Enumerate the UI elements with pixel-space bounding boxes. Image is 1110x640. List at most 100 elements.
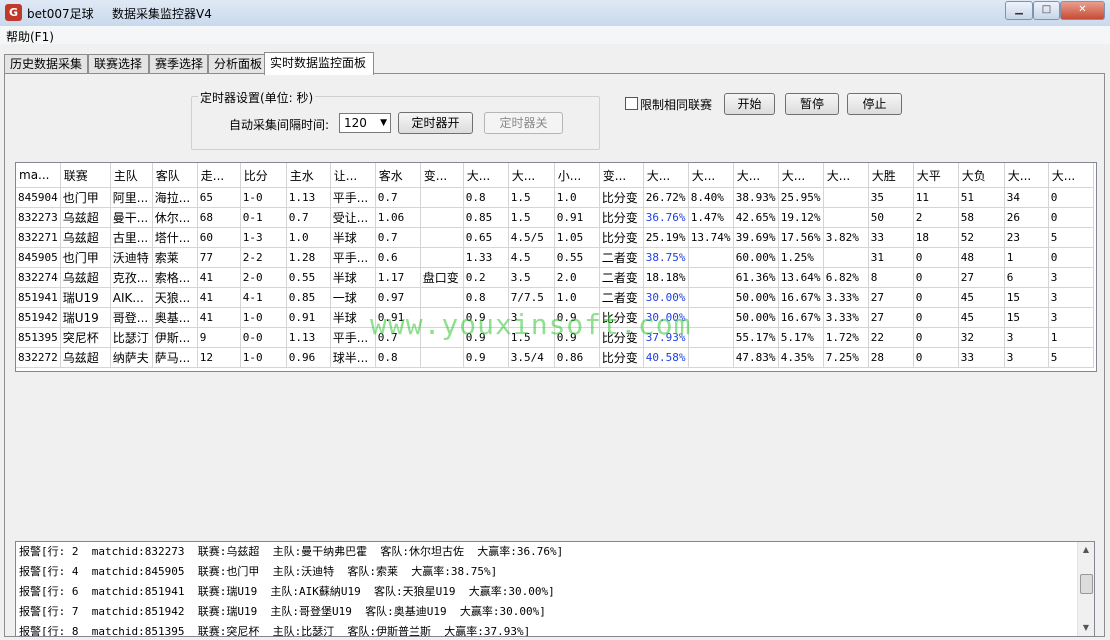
- column-header[interactable]: 大胜: [868, 163, 914, 188]
- column-header[interactable]: 让...: [330, 163, 376, 188]
- table-cell: 9: [197, 327, 241, 348]
- column-header[interactable]: 联赛: [60, 163, 111, 188]
- table-cell: 34: [1004, 187, 1049, 208]
- column-header[interactable]: 大...: [508, 163, 555, 188]
- table-row[interactable]: 845905 也门甲 沃迪特 索莱 77 2-2 1.28 平手... 0.6 1.33 4.5 0.…: [16, 247, 1094, 268]
- pause-button[interactable]: 暂停: [785, 93, 839, 115]
- table-cell: 48: [958, 247, 1005, 268]
- table-cell: 突尼杯: [60, 327, 111, 348]
- table-cell: 萨马...: [152, 347, 198, 368]
- table-cell: 0: [913, 327, 959, 348]
- scroll-thumb[interactable]: [1080, 574, 1093, 594]
- table-cell: 3: [1004, 347, 1049, 368]
- close-icon[interactable]: ✕: [1060, 1, 1105, 20]
- table-cell: 6.82%: [823, 267, 869, 288]
- column-header[interactable]: 大...: [688, 163, 734, 188]
- column-header[interactable]: 变...: [599, 163, 644, 188]
- column-header[interactable]: 小...: [554, 163, 600, 188]
- table-cell: 845904: [16, 187, 61, 208]
- table-cell: 22: [868, 327, 914, 348]
- table-cell: 1.17: [375, 267, 421, 288]
- table-cell: 伊斯...: [152, 327, 198, 348]
- table-row[interactable]: 851941 瑞U19 AIK... 天狼... 41 4-1 0.85 一球 0.97 0.8 7…: [16, 287, 1094, 308]
- column-header[interactable]: ma...: [16, 163, 61, 188]
- table-cell: 38.75%: [643, 247, 689, 268]
- table-cell: 0.9: [463, 347, 509, 368]
- column-header[interactable]: 大负: [958, 163, 1005, 188]
- table-cell: 1-0: [240, 347, 287, 368]
- table-cell: 平手...: [330, 327, 376, 348]
- table-cell: 乌兹超: [60, 267, 111, 288]
- table-cell: 4.35%: [778, 347, 824, 368]
- table-cell: 50: [868, 207, 914, 228]
- column-header[interactable]: 大...: [643, 163, 689, 188]
- table-cell: 58: [958, 207, 1005, 228]
- column-header[interactable]: 主队: [110, 163, 153, 188]
- table-cell: 1.5: [508, 207, 555, 228]
- column-header[interactable]: 客队: [152, 163, 198, 188]
- table-cell: 0.85: [286, 287, 331, 308]
- table-row[interactable]: 845904 也门甲 阿里... 海拉... 65 1-0 1.13 平手... 0.7 0.8 1…: [16, 187, 1094, 208]
- stop-button[interactable]: 停止: [847, 93, 902, 115]
- table-cell: 1.13: [286, 187, 331, 208]
- table-row[interactable]: 832273 乌兹超 曼干... 休尔... 68 0-1 0.7 受让... 1.06 0.85…: [16, 207, 1094, 228]
- column-header[interactable]: 大...: [463, 163, 509, 188]
- minimize-icon[interactable]: ▁: [1005, 1, 1033, 20]
- table-cell: 0.97: [375, 287, 421, 308]
- table-row[interactable]: 832272 乌兹超 纳萨夫 萨马... 12 1-0 0.96 球半... 0.8 0.9 3.5…: [16, 347, 1094, 368]
- table-cell: 3: [1004, 327, 1049, 348]
- tab-realtime-monitor[interactable]: 实时数据监控面板: [264, 52, 374, 75]
- tab-league-select[interactable]: 联赛选择: [88, 54, 149, 73]
- table-cell: 比分变: [599, 207, 644, 228]
- interval-select[interactable]: 120 ▼: [339, 113, 391, 133]
- table-cell: 阿里...: [110, 187, 153, 208]
- column-header[interactable]: 变...: [420, 163, 464, 188]
- table-cell: 0: [913, 307, 959, 328]
- tab-history-collection[interactable]: 历史数据采集: [4, 54, 88, 73]
- table-cell: 68: [197, 207, 241, 228]
- table-cell: 半球: [330, 267, 376, 288]
- table-cell: [823, 247, 869, 268]
- table-cell: 0.8: [463, 287, 509, 308]
- scroll-up-icon[interactable]: ▲: [1078, 542, 1094, 558]
- timer-start-button[interactable]: 定时器开: [398, 112, 473, 134]
- table-cell: [688, 307, 734, 328]
- table-cell: 比分变: [599, 227, 644, 248]
- table-cell: 3.5/4: [508, 347, 555, 368]
- tab-analysis-panel[interactable]: 分析面板: [208, 54, 265, 73]
- table-cell: 1-3: [240, 227, 287, 248]
- table-cell: 5.17%: [778, 327, 824, 348]
- maximize-icon[interactable]: □: [1033, 1, 1060, 20]
- limit-same-league-checkbox[interactable]: [625, 97, 638, 110]
- column-header[interactable]: 大...: [1048, 163, 1094, 188]
- table-cell: 4.5: [508, 247, 555, 268]
- column-header[interactable]: 主水: [286, 163, 331, 188]
- table-cell: 2.0: [554, 267, 600, 288]
- column-header[interactable]: 大平: [913, 163, 959, 188]
- tab-season-select[interactable]: 赛季选择: [149, 54, 208, 73]
- table-cell: 28: [868, 347, 914, 368]
- column-header[interactable]: 比分: [240, 163, 287, 188]
- table-cell: 0.8: [463, 187, 509, 208]
- column-header[interactable]: 大...: [778, 163, 824, 188]
- table-row[interactable]: 832271 乌兹超 古里... 塔什... 60 1-3 1.0 半球 0.7 0.65 4.5/…: [16, 227, 1094, 248]
- column-header[interactable]: 大...: [1004, 163, 1049, 188]
- table-cell: 55.17%: [733, 327, 779, 348]
- table-cell: 42.65%: [733, 207, 779, 228]
- table-cell: 5: [1048, 347, 1094, 368]
- column-header[interactable]: 大...: [733, 163, 779, 188]
- table-row[interactable]: 832274 乌兹超 克孜... 索格... 41 2-0 0.55 半球 1.17 盘口变 0.2…: [16, 267, 1094, 288]
- table-cell: 25.95%: [778, 187, 824, 208]
- log-scrollbar[interactable]: ▲ ▼: [1077, 542, 1094, 636]
- menu-help[interactable]: 帮助(F1): [6, 28, 54, 45]
- start-button[interactable]: 开始: [724, 93, 775, 115]
- timer-stop-button[interactable]: 定时器关: [484, 112, 563, 134]
- alert-log: 报警[行: 2 matchid:832273 联赛:乌兹超 主队:曼干纳弗巴霍 …: [15, 541, 1095, 637]
- scroll-down-icon[interactable]: ▼: [1078, 620, 1094, 636]
- column-header[interactable]: 走...: [197, 163, 241, 188]
- column-header[interactable]: 客水: [375, 163, 421, 188]
- table-cell: [420, 187, 464, 208]
- table-cell: AIK...: [110, 287, 153, 308]
- column-header[interactable]: 大...: [823, 163, 869, 188]
- table-cell: 33: [958, 347, 1005, 368]
